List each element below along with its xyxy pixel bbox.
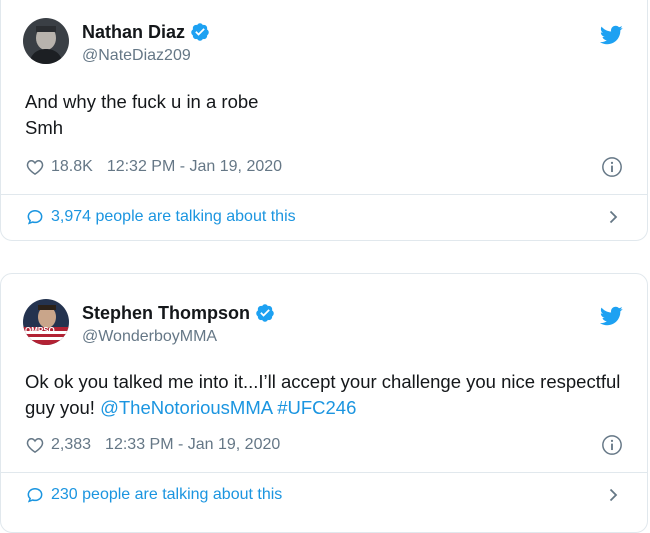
chevron-right-icon[interactable] <box>605 487 621 503</box>
tweet-timestamp[interactable]: 12:32 PM - Jan 19, 2020 <box>107 158 282 176</box>
chevron-right-icon[interactable] <box>605 209 621 225</box>
talking-count[interactable]: 230 people are talking about this <box>51 486 282 504</box>
conversation-link[interactable]: 230 people are talking about this <box>25 483 623 507</box>
author-handle[interactable]: @NateDiaz209 <box>82 46 191 66</box>
hashtag-link[interactable]: #UFC246 <box>277 397 356 418</box>
divider <box>1 472 647 473</box>
tweet-card[interactable]: OMPSO Stephen Thompson @WonderboyMMA Ok … <box>0 273 648 533</box>
author-handle[interactable]: @WonderboyMMA <box>82 327 217 347</box>
info-icon[interactable] <box>601 434 623 456</box>
tweet-card[interactable]: Nathan Diaz @NateDiaz209 And why the fuc… <box>0 0 648 241</box>
like-count[interactable]: 18.8K <box>51 158 93 176</box>
avatar[interactable]: OMPSO <box>23 299 69 345</box>
avatar[interactable] <box>23 18 69 64</box>
avatar-photo: OMPSO <box>23 299 69 345</box>
comment-bubble-icon <box>27 209 43 225</box>
avatar-banner-text: OMPSO <box>25 326 55 335</box>
tweet-text: Ok ok you talked me into it...I’ll accep… <box>25 369 623 421</box>
avatar-photo <box>23 18 69 64</box>
talking-count[interactable]: 3,974 people are talking about this <box>51 208 296 226</box>
author-name[interactable]: Nathan Diaz <box>82 21 185 43</box>
comment-bubble-icon <box>27 487 43 503</box>
conversation-link[interactable]: 3,974 people are talking about this <box>25 205 623 229</box>
twitter-bird-icon[interactable] <box>599 23 623 47</box>
like-count[interactable]: 2,383 <box>51 436 91 454</box>
divider <box>1 194 647 195</box>
tweet-timestamp[interactable]: 12:33 PM - Jan 19, 2020 <box>105 436 280 454</box>
info-icon[interactable] <box>601 156 623 178</box>
mention-link[interactable]: @TheNotoriousMMA <box>100 397 272 418</box>
verified-badge-icon <box>191 23 209 41</box>
heart-icon[interactable] <box>25 435 45 455</box>
heart-icon[interactable] <box>25 157 45 177</box>
author-name[interactable]: Stephen Thompson <box>82 302 250 324</box>
twitter-bird-icon[interactable] <box>599 304 623 328</box>
tweet-text: And why the fuck u in a robe Smh <box>25 91 259 138</box>
verified-badge-icon <box>256 304 274 322</box>
